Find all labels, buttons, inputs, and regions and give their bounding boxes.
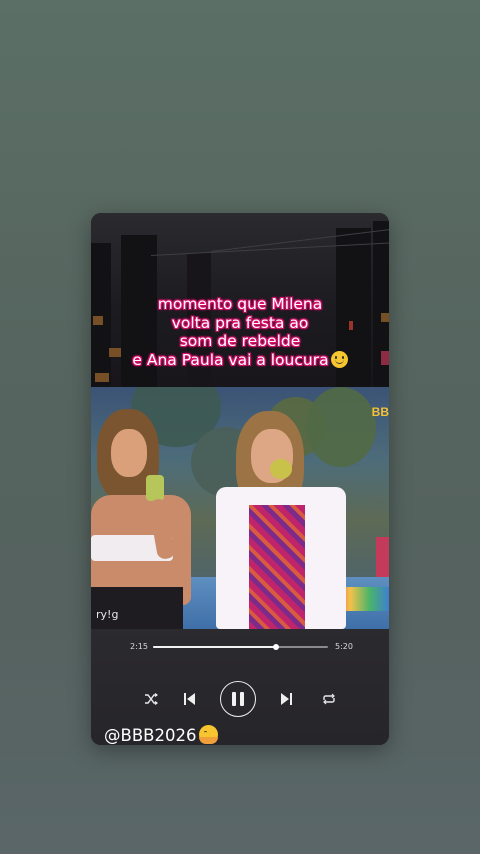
next-button[interactable] xyxy=(279,690,295,708)
progress-track[interactable] xyxy=(153,644,328,650)
repeat-button[interactable] xyxy=(321,691,337,707)
caption-line-3: som de rebelde xyxy=(179,332,301,350)
hugging-face-emoji-icon xyxy=(199,725,219,744)
skip-previous-icon xyxy=(184,693,195,705)
elapsed-time: 2:15 xyxy=(130,642,148,651)
shuffle-icon xyxy=(145,693,158,705)
progress-thumb[interactable] xyxy=(272,644,279,650)
video-watermark: ry!g xyxy=(96,608,119,621)
shuffle-button[interactable] xyxy=(143,691,159,707)
pause-button[interactable] xyxy=(220,681,256,717)
caption-text: momento que Milena volta pra festa ao so… xyxy=(91,295,389,369)
music-card: momento que Milena volta pra festa ao so… xyxy=(91,213,389,745)
skip-next-icon xyxy=(281,693,292,705)
caption-line-4: e Ana Paula vai a loucura xyxy=(91,350,389,370)
caption-line-2: volta pra festa ao xyxy=(171,313,309,332)
video-frame[interactable]: BB ry!g xyxy=(91,387,389,629)
player-controls: 2:15 5:20 @BBB2026 xyxy=(91,629,389,745)
progress-fill xyxy=(153,646,276,648)
handle-text: @BBB2026 xyxy=(104,726,197,745)
total-duration: 5:20 xyxy=(335,642,353,651)
previous-button[interactable] xyxy=(181,690,197,708)
caption-line-1: momento que Milena xyxy=(157,295,323,313)
caption-line-4-text: e Ana Paula vai a loucura xyxy=(132,350,329,369)
background-scene: momento que Milena volta pra festa ao so… xyxy=(91,213,389,387)
account-handle[interactable]: @BBB2026 xyxy=(91,725,219,745)
channel-logo: BB xyxy=(371,405,389,419)
smile-emoji-icon xyxy=(330,350,348,368)
repeat-icon xyxy=(323,693,335,705)
